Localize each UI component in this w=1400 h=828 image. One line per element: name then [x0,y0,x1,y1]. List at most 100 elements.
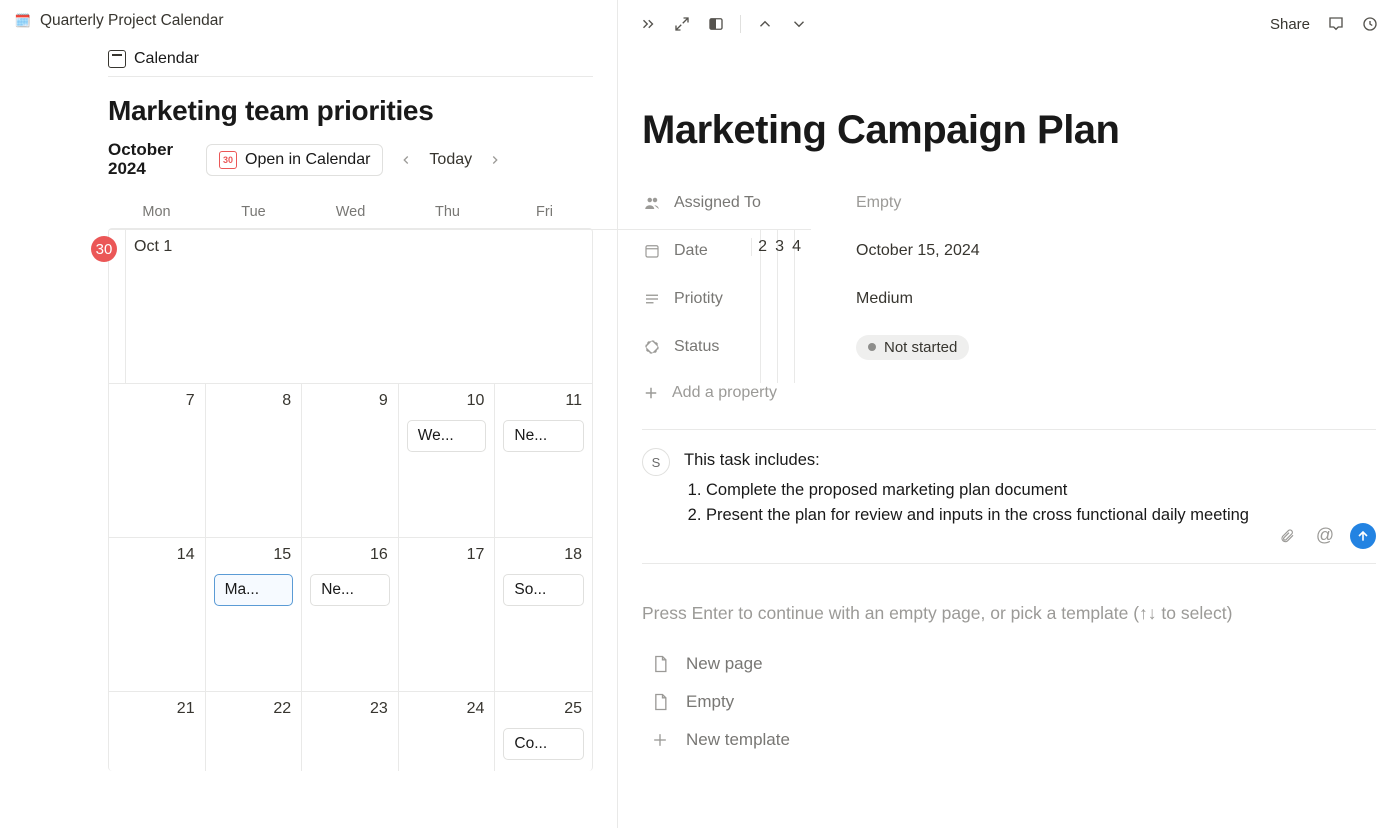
page-title[interactable]: Quarterly Project Calendar [40,12,224,30]
calendar-cell[interactable]: 22 [206,691,303,771]
calendar-cell[interactable]: 9 [302,383,399,537]
calendar-cell[interactable]: 25Co... [495,691,592,771]
template-empty[interactable]: Empty [642,686,1376,718]
calendar-icon [108,50,126,68]
day-header: Wed [302,196,399,228]
day-number: 8 [282,392,291,410]
arrow-up-icon [1355,528,1371,544]
calendar-cell[interactable]: 17 [399,537,496,691]
expand-button[interactable] [634,10,662,38]
comments-button[interactable] [1322,10,1350,38]
calendar-cell[interactable]: 7 [109,383,206,537]
plus-icon [650,730,670,750]
prev-month-day: 30 [91,236,117,262]
open-in-calendar-button[interactable]: 30 Open in Calendar [206,144,383,176]
property-value[interactable]: Medium [856,290,913,308]
peek-mode-button[interactable] [702,10,730,38]
divider [642,429,1376,430]
page-icon [650,692,670,712]
people-icon [642,193,662,213]
calendar-cell[interactable]: 24 [399,691,496,771]
day-number: 17 [467,546,485,564]
day-number: 7 [186,392,195,410]
status-badge: Not started [856,335,969,360]
day-number: Oct 1 [134,238,752,256]
detail-toolbar: Share [618,0,1400,48]
today-button[interactable]: Today [429,151,472,169]
calendar-event[interactable]: So... [503,574,584,606]
view-tab-label: Calendar [134,50,199,68]
calendar-pane: 🗓️ Quarterly Project Calendar Calendar M… [0,0,618,828]
template-label: Empty [686,692,734,712]
template-label: New page [686,654,763,674]
calendar-30-icon: 30 [219,151,237,169]
template-label: New template [686,730,790,750]
send-button[interactable] [1350,523,1376,549]
template-new-page[interactable]: New page [642,648,1376,680]
day-number: 22 [273,700,291,718]
property-value[interactable]: October 15, 2024 [856,242,980,260]
day-header: Tue [205,196,302,228]
database-title[interactable]: Marketing team priorities [108,95,593,127]
calendar-cell[interactable]: 11Ne... [495,383,592,537]
open-as-page-button[interactable] [668,10,696,38]
property-value[interactable]: Empty [856,194,901,212]
comment-lead: This task includes: [684,448,1249,474]
calendar-cell[interactable]: 10We... [399,383,496,537]
next-record-button[interactable] [785,10,813,38]
divider [642,563,1376,564]
day-header: Fri [496,196,593,228]
empty-page-placeholder[interactable]: Press Enter to continue with an empty pa… [642,600,1376,626]
day-number: 4 [792,238,801,256]
avatar: S [642,448,670,476]
attach-button[interactable] [1274,523,1300,549]
calendar-cell[interactable]: 14 [109,537,206,691]
month-label: October 2024 [108,141,194,178]
updates-button[interactable] [1356,10,1384,38]
plus-icon [642,384,660,402]
share-button[interactable]: Share [1270,16,1310,33]
calendar-event[interactable]: Co... [503,728,584,760]
view-tab-calendar[interactable]: Calendar [108,40,593,77]
chevron-left-icon [399,153,413,167]
chevron-right-icon [488,153,502,167]
calendar-event[interactable]: We... [407,420,487,452]
comment-block: S This task includes: Complete the propo… [642,448,1376,549]
prev-month-button[interactable] [395,149,417,171]
property-value[interactable]: Not started [856,335,969,360]
calendar-event[interactable]: Ma... [214,574,294,606]
calendar-grid: 30Oct 123478910We...11Ne...1415Ma...16Ne… [108,228,593,771]
comment-body[interactable]: This task includes: Complete the propose… [684,448,1249,529]
day-number: 3 [775,238,784,256]
detail-pane: Share Marketing Campaign Plan Assigned T… [618,0,1400,828]
double-chevron-right-icon [639,15,657,33]
calendar-event[interactable]: Ne... [310,574,390,606]
record-title[interactable]: Marketing Campaign Plan [642,108,1376,153]
day-number: 24 [467,700,485,718]
prev-record-button[interactable] [751,10,779,38]
calendar-cell[interactable]: 8 [206,383,303,537]
toolbar-separator [740,15,741,33]
calendar-cell[interactable]: 4 [795,229,811,383]
comment-item: Present the plan for review and inputs i… [706,503,1249,529]
next-month-button[interactable] [484,149,506,171]
calendar-cell[interactable]: 18 So... [495,537,592,691]
property-label: Assigned To [674,194,761,212]
day-number: 14 [177,546,195,564]
mention-button[interactable]: @ [1312,523,1338,549]
template-new-template[interactable]: New template [642,724,1376,756]
calendar-event[interactable]: Ne... [503,420,584,452]
comment-item: Complete the proposed marketing plan doc… [706,478,1249,504]
paperclip-icon [1279,528,1295,544]
day-number: 18 [564,546,582,564]
calendar-cell[interactable]: 16Ne... [302,537,399,691]
calendar-cell[interactable]: 30 [109,229,126,383]
calendar-cell[interactable]: 15 Ma... [206,537,303,691]
calendar-cell[interactable]: Oct 1 [126,229,761,383]
page-icon [650,654,670,674]
property-assigned-to[interactable]: Assigned To Empty [642,179,1376,227]
calendar-cell[interactable]: 21 [109,691,206,771]
side-peek-icon [707,15,725,33]
day-number: 15 [273,546,291,564]
calendar-cell[interactable]: 23 [302,691,399,771]
